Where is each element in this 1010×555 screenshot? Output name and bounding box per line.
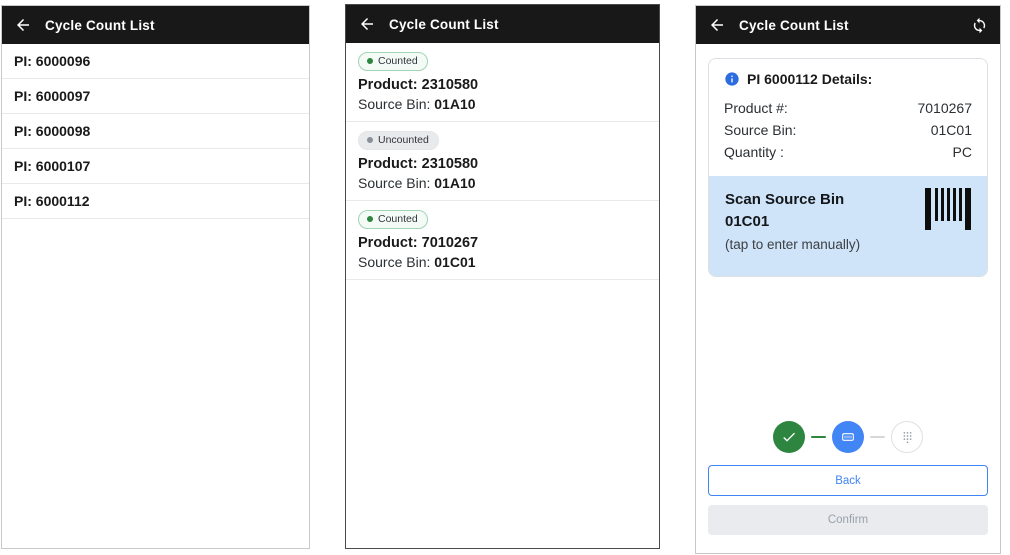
product-number: 2310580 [422,156,478,172]
back-arrow-icon[interactable] [708,16,726,34]
bin-label: Source Bin: [358,96,434,112]
step-connector [870,436,885,438]
bin-value: 01A10 [434,175,475,191]
pi-list-item[interactable]: PI: 6000112 [2,184,309,219]
app-header: Cycle Count List [2,6,309,44]
pi-list-item[interactable]: PI: 6000097 [2,79,309,114]
app-header: Cycle Count List [346,5,659,43]
bin-value: 01C01 [434,254,475,270]
detail-label: Source Bin: [724,119,796,141]
pi-details-card: PI 6000112 Details: Product #: 7010267 S… [708,58,988,277]
app-header: Cycle Count List [696,6,1000,44]
count-list-item[interactable]: Uncounted Product: 2310580 Source Bin: 0… [346,122,659,201]
status-badge: Counted [358,210,428,229]
details-title: PI 6000112 Details: [747,71,872,87]
detail-label: Quantity : [724,141,784,163]
sync-refresh-icon[interactable] [971,17,988,34]
step-details-done [773,421,805,453]
step-scan-active [832,421,864,453]
bin-label: Source Bin: [358,254,434,270]
status-dot-icon [367,137,373,143]
barcode-icon [925,188,971,230]
pi-list-item[interactable]: PI: 6000107 [2,149,309,184]
detail-value: 01C01 [931,119,972,141]
detail-label: Product #: [724,97,788,119]
status-label: Counted [378,55,418,67]
status-badge: Counted [358,52,428,71]
product-label: Product: [358,77,418,93]
status-badge: Uncounted [358,131,439,150]
page-title: Cycle Count List [739,18,958,33]
pi-list-item[interactable]: PI: 6000098 [2,114,309,149]
screen-pi-detail: Cycle Count List PI 6000112 Details: Pro… [695,5,1001,554]
status-dot-icon [367,58,373,64]
detail-row: Source Bin: 01C01 [724,119,972,141]
progress-steps [696,421,1000,453]
confirm-button[interactable]: Confirm [708,505,988,535]
pi-list-item[interactable]: PI: 6000096 [2,44,309,79]
bin-value: 01A10 [434,96,475,112]
scan-hint: (tap to enter manually) [725,237,971,252]
detail-row: Quantity : PC [724,141,972,163]
info-circle-icon [724,71,740,87]
product-label: Product: [358,156,418,172]
count-list-item[interactable]: Counted Product: 7010267 Source Bin: 01C… [346,201,659,280]
screen-pi-list: Cycle Count List PI: 6000096 PI: 6000097… [1,5,310,549]
back-arrow-icon[interactable] [358,15,376,33]
check-icon [781,429,797,445]
status-dot-icon [367,216,373,222]
step-quantity-pending [891,421,923,453]
detail-row: Product #: 7010267 [724,97,972,119]
detail-value: 7010267 [917,97,972,119]
count-list-item[interactable]: Counted Product: 2310580 Source Bin: 01A… [346,43,659,122]
page-title: Cycle Count List [389,17,647,32]
status-label: Counted [378,213,418,225]
back-button[interactable]: Back [708,465,988,496]
detail-value: PC [953,141,972,163]
product-label: Product: [358,235,418,251]
product-number: 2310580 [422,77,478,93]
page-title: Cycle Count List [45,18,297,33]
back-arrow-icon[interactable] [14,16,32,34]
status-label: Uncounted [378,134,429,146]
barcode-scan-icon [840,429,856,445]
screen-count-items: Cycle Count List Counted Product: 231058… [345,4,660,549]
scan-source-bin-panel[interactable]: Scan Source Bin 01C01 (tap to enter manu… [709,176,987,276]
step-connector [811,436,826,438]
product-number: 7010267 [422,235,478,251]
bin-label: Source Bin: [358,175,434,191]
dialpad-icon [900,430,915,445]
